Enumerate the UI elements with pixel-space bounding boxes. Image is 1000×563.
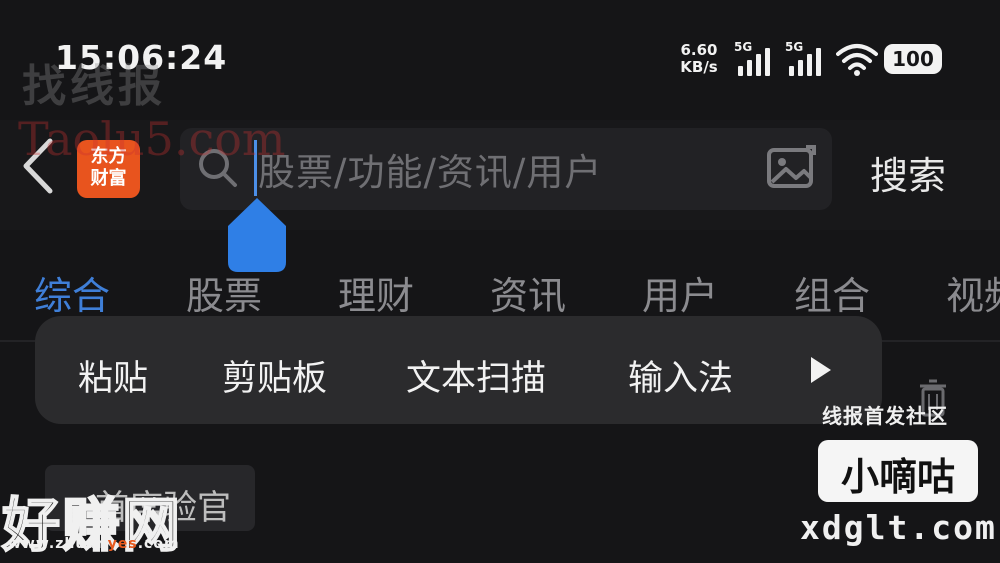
signal-strength-icon: 5G: [734, 40, 776, 76]
watermark-zhaoxianbao: 找线报: [22, 61, 166, 112]
tab-users[interactable]: 用户: [642, 265, 718, 320]
watermark-xdg-tagline: 线报首发社区: [822, 404, 948, 428]
tab-news[interactable]: 资讯: [490, 265, 566, 320]
search-button[interactable]: 搜索: [870, 145, 946, 200]
signal-type-label: 5G: [734, 40, 753, 54]
app-logo-line2: 财富: [90, 168, 127, 189]
watermark-url-part: .com: [137, 536, 180, 552]
watermark-url-highlight: yes: [107, 536, 138, 552]
wifi-icon: [836, 42, 878, 76]
cursor-handle[interactable]: [228, 198, 286, 272]
menu-item-paste[interactable]: 粘贴: [78, 350, 148, 401]
watermark-xdg-name: 小嘀咕: [840, 455, 955, 499]
watermark-taolu5: Taolu5.com: [18, 112, 286, 166]
network-speed-unit: KB/s: [680, 58, 718, 76]
watermark-haozhuan-url: www.zhuanyes.com: [8, 536, 180, 552]
signal-strength-icon: 5G: [785, 40, 827, 76]
image-search-icon[interactable]: [766, 145, 818, 191]
tab-comprehensive[interactable]: 综合: [34, 265, 110, 320]
network-speed: 6.60 KB/s: [676, 42, 722, 76]
signal-type-label: 5G: [785, 40, 804, 54]
menu-item-text-scan[interactable]: 文本扫描: [406, 350, 546, 401]
network-speed-value: 6.60: [680, 41, 718, 59]
watermark-url-part: www.zhuan: [8, 536, 108, 552]
menu-item-input-method[interactable]: 输入法: [628, 350, 733, 401]
menu-more-icon[interactable]: [808, 355, 834, 385]
search-placeholder: 股票/功能/资讯/用户: [258, 151, 603, 194]
tab-video[interactable]: 视频: [946, 265, 1000, 315]
watermark-xdg-url: xdglt.com: [800, 508, 997, 547]
tab-wealth[interactable]: 理财: [338, 265, 414, 320]
menu-item-clipboard[interactable]: 剪贴板: [222, 350, 327, 401]
battery-indicator: 100: [884, 44, 942, 74]
tab-stocks[interactable]: 股票: [186, 265, 262, 320]
tab-portfolio[interactable]: 组合: [794, 265, 870, 320]
tab-video-label: 视频: [946, 274, 1000, 315]
